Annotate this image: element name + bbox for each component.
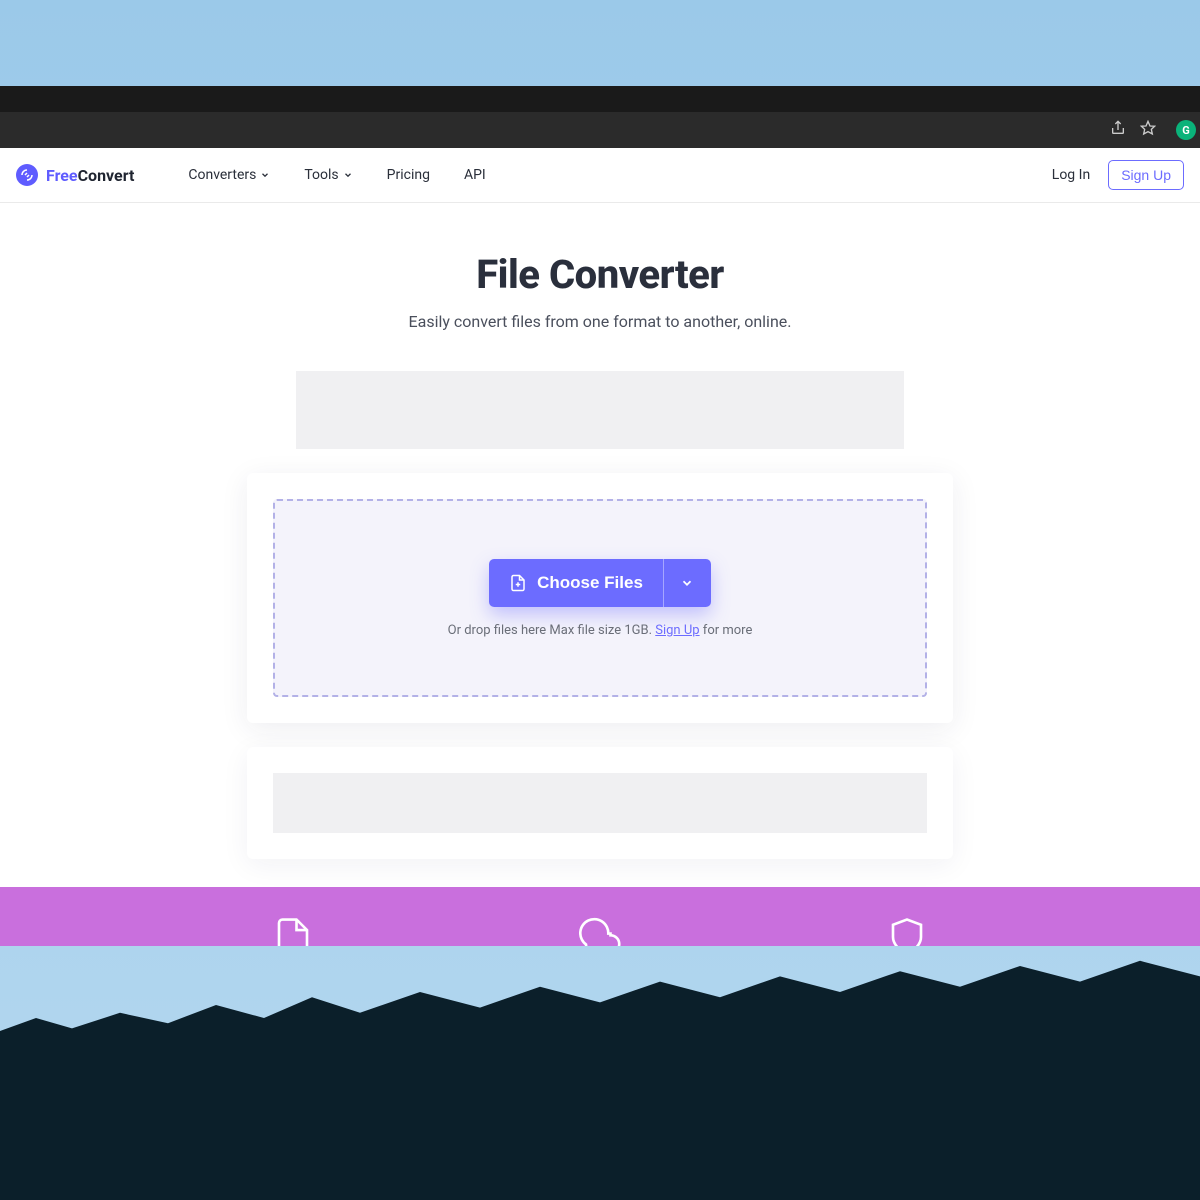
- choose-files-dropdown[interactable]: [663, 559, 711, 607]
- choose-files-group: Choose Files: [489, 559, 711, 607]
- main-navbar: FreeConvert Converters Tools Pricing API…: [0, 148, 1200, 203]
- nav-pricing-label: Pricing: [387, 167, 430, 183]
- nav-converters[interactable]: Converters: [188, 167, 270, 183]
- brand-logo[interactable]: FreeConvert: [16, 164, 134, 186]
- logo-icon: [16, 164, 38, 186]
- signup-button[interactable]: Sign Up: [1108, 160, 1184, 190]
- dropzone[interactable]: Choose Files Or drop files here Max file…: [273, 499, 927, 697]
- shield-icon: [886, 916, 928, 946]
- page-title: File Converter: [0, 251, 1200, 298]
- hero-section: File Converter Easily convert files from…: [0, 203, 1200, 345]
- chevron-down-icon: [260, 170, 270, 180]
- drop-suffix: for more: [700, 623, 753, 638]
- nav-api[interactable]: API: [464, 167, 486, 183]
- brand-text: FreeConvert: [46, 166, 134, 185]
- choose-files-label: Choose Files: [537, 573, 643, 593]
- share-icon[interactable]: [1110, 120, 1126, 140]
- ad-card-bottom: [247, 747, 953, 859]
- file-icon: [272, 916, 314, 946]
- choose-files-button[interactable]: Choose Files: [489, 559, 663, 607]
- file-add-icon: [509, 574, 527, 592]
- browser-toolbar: G: [0, 112, 1200, 148]
- ad-placeholder-bottom: [273, 773, 927, 833]
- chevron-down-icon: [343, 170, 353, 180]
- drop-helper-text: Or drop files here Max file size 1GB. Si…: [448, 623, 753, 638]
- nav-links: Converters Tools Pricing API: [188, 167, 485, 183]
- bookmark-star-icon[interactable]: [1140, 120, 1156, 140]
- page-subtitle: Easily convert files from one format to …: [0, 312, 1200, 331]
- nav-converters-label: Converters: [188, 167, 256, 183]
- nav-pricing[interactable]: Pricing: [387, 167, 430, 183]
- nav-right: Log In Sign Up: [1052, 160, 1184, 190]
- upload-card: Choose Files Or drop files here Max file…: [247, 473, 953, 723]
- site-viewport: FreeConvert Converters Tools Pricing API…: [0, 148, 1200, 946]
- nav-api-label: API: [464, 167, 486, 183]
- extension-badge-icon[interactable]: G: [1176, 120, 1196, 140]
- chevron-down-icon: [680, 576, 694, 590]
- nav-tools[interactable]: Tools: [304, 167, 352, 183]
- signup-inline-link[interactable]: Sign Up: [655, 623, 699, 638]
- ad-placeholder-top: [296, 371, 904, 449]
- cloud-icon: [579, 916, 621, 946]
- nav-tools-label: Tools: [304, 167, 338, 183]
- drop-prefix: Or drop files here Max file size 1GB.: [448, 623, 656, 638]
- features-bar: [0, 887, 1200, 946]
- login-link[interactable]: Log In: [1052, 167, 1090, 183]
